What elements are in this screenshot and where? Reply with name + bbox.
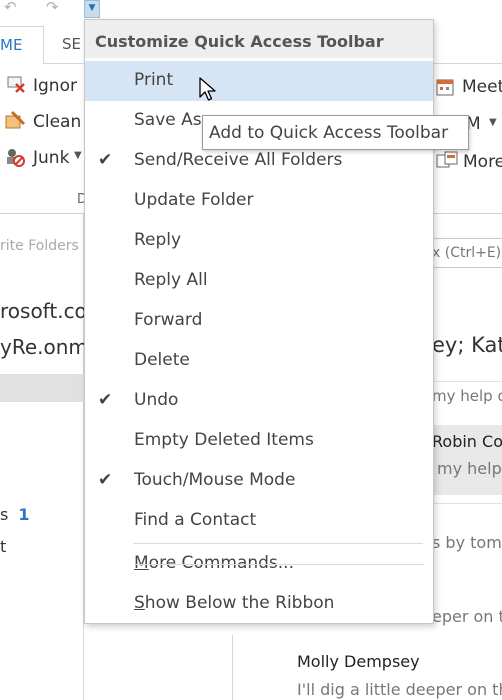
menu-item-label: Find a Contact: [134, 510, 257, 530]
customize-qat-menu: Customize Quick Access Toolbar Print Sav…: [84, 19, 434, 624]
meeting-icon[interactable]: [436, 78, 456, 98]
tooltip: Add to Quick Access Toolbar: [202, 115, 469, 150]
menu-item-forward[interactable]: Forward: [85, 301, 433, 341]
clean-up-icon[interactable]: [4, 110, 26, 130]
menu-item-label: Delete: [134, 350, 190, 370]
menu-item-label: Show Below the Ribbon: [134, 593, 334, 613]
folder-label: s: [0, 505, 9, 524]
menu-item-undo[interactable]: ✔ Undo: [85, 381, 433, 421]
folder-item-t[interactable]: t: [0, 537, 6, 556]
qat-customize-dropdown-button[interactable]: ▼: [84, 0, 100, 18]
menu-separator: [134, 564, 424, 565]
recipients-line: ey; Kat: [432, 333, 502, 357]
selected-folder-row[interactable]: [0, 374, 84, 402]
undo-icon[interactable]: ↶: [4, 0, 17, 15]
menu-item-label: Save As: [134, 110, 202, 130]
message-preview[interactable]: I'll dig a little deeper on th: [297, 680, 502, 699]
tab-home[interactable]: ME: [0, 26, 44, 65]
ignore-button[interactable]: Ignor: [33, 76, 77, 96]
menu-item-label: Print: [134, 70, 174, 90]
account-item-1[interactable]: rosoft.co: [0, 299, 87, 323]
menu-item-label: Empty Deleted Items: [134, 430, 314, 450]
menu-item-label: Forward: [134, 310, 203, 330]
menu-item-update-folder[interactable]: Update Folder: [85, 181, 433, 221]
checkmark-icon: ✔: [98, 470, 113, 490]
access-key: S: [134, 593, 145, 613]
chevron-down-icon: ▼: [88, 3, 96, 13]
menu-item-label: Update Folder: [134, 190, 254, 210]
menu-separator: [133, 543, 423, 544]
label-rest: ore Commands...: [148, 553, 294, 573]
folder-pane: [0, 214, 84, 700]
message-preview[interactable]: my help: [437, 459, 502, 478]
search-input[interactable]: x (Ctrl+E): [428, 238, 502, 268]
more-icon[interactable]: [436, 151, 458, 171]
menu-item-print[interactable]: Print: [85, 61, 433, 101]
menu-item-show-below-ribbon[interactable]: Show Below the Ribbon: [85, 584, 433, 624]
message-sender[interactable]: Molly Dempsey: [297, 652, 420, 671]
junk-icon[interactable]: [4, 146, 25, 167]
menu-item-touch-mouse-mode[interactable]: ✔ Touch/Mouse Mode: [85, 461, 433, 501]
meeting-button[interactable]: Meet: [462, 77, 502, 97]
menu-item-label: Undo: [134, 390, 179, 410]
message-preview[interactable]: my help o: [432, 387, 502, 405]
ignore-icon[interactable]: [6, 74, 26, 94]
menu-item-reply-all[interactable]: Reply All: [85, 261, 433, 301]
account-item-2[interactable]: yRe.onm: [0, 335, 88, 359]
message-preview[interactable]: eper on th: [432, 607, 502, 626]
clean-up-button[interactable]: Clean: [33, 112, 81, 132]
menu-title: Customize Quick Access Toolbar: [85, 20, 433, 58]
menu-item-label: Touch/Mouse Mode: [134, 470, 296, 490]
more-button[interactable]: More: [463, 152, 502, 172]
menu-item-empty-deleted-items[interactable]: Empty Deleted Items: [85, 421, 433, 461]
menu-item-label: Reply All: [134, 270, 208, 290]
redo-icon[interactable]: ↷: [46, 0, 59, 15]
message-sender[interactable]: Robin Co: [432, 432, 502, 451]
tab-send-receive[interactable]: SE: [62, 35, 81, 53]
message-preview[interactable]: s by tomo: [432, 533, 502, 552]
label-rest: how Below the Ribbon: [144, 593, 335, 613]
menu-item-label: More Commands...: [134, 553, 294, 573]
mouse-pointer-icon: [199, 77, 217, 107]
checkmark-icon: ✔: [98, 390, 113, 410]
folder-item-s[interactable]: s1: [0, 505, 29, 524]
checkmark-icon: ✔: [98, 150, 113, 170]
junk-button[interactable]: Junk: [33, 148, 69, 168]
im-chevron-down-icon[interactable]: ▼: [489, 117, 497, 128]
favorites-search-box[interactable]: rite Folders: [0, 238, 79, 254]
unread-count-badge: 1: [18, 505, 30, 524]
menu-item-delete[interactable]: Delete: [85, 341, 433, 381]
access-key: M: [134, 553, 149, 573]
junk-chevron-down-icon[interactable]: ▼: [74, 150, 82, 161]
menu-item-label: Send/Receive All Folders: [134, 150, 343, 170]
menu-item-label: Reply: [134, 230, 182, 250]
menu-item-reply[interactable]: Reply: [85, 221, 433, 261]
menu-item-find-a-contact[interactable]: Find a Contact: [85, 501, 433, 541]
